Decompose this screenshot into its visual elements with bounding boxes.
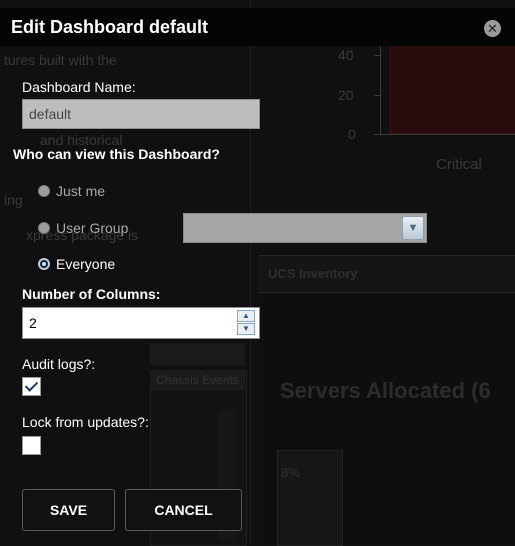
dialog-title: Edit Dashboard default bbox=[11, 17, 209, 37]
radio-everyone[interactable]: Everyone bbox=[38, 254, 115, 274]
dialog-titlebar: Edit Dashboard default ✕ bbox=[0, 8, 515, 46]
edit-dashboard-dialog: Edit Dashboard default ✕ Dashboard Name:… bbox=[0, 0, 515, 544]
columns-value: 2 bbox=[29, 315, 37, 331]
save-button[interactable]: SAVE bbox=[22, 489, 115, 531]
close-icon[interactable]: ✕ bbox=[484, 20, 501, 37]
audit-logs-label: Audit logs?: bbox=[22, 356, 96, 372]
radio-button[interactable] bbox=[38, 258, 50, 270]
lock-updates-label: Lock from updates?: bbox=[22, 414, 149, 430]
radio-button[interactable] bbox=[38, 222, 50, 234]
visibility-label: Who can view this Dashboard? bbox=[13, 146, 220, 162]
audit-logs-checkbox[interactable] bbox=[22, 377, 41, 396]
radio-just-me[interactable]: Just me bbox=[38, 181, 105, 201]
chevron-down-icon[interactable]: ▼ bbox=[402, 216, 424, 240]
columns-label: Number of Columns: bbox=[22, 286, 161, 302]
radio-label: Just me bbox=[56, 183, 106, 199]
user-group-select[interactable]: ▼ bbox=[183, 213, 427, 243]
chevron-down-icon[interactable]: ▼ bbox=[237, 323, 255, 335]
radio-user-group[interactable]: User Group bbox=[38, 218, 128, 238]
dashboard-name-input[interactable]: default bbox=[22, 99, 260, 129]
columns-stepper[interactable]: 2 ▲ ▼ bbox=[22, 307, 260, 339]
radio-label: Everyone bbox=[56, 256, 116, 272]
cancel-button[interactable]: CANCEL bbox=[125, 489, 242, 531]
chevron-up-icon[interactable]: ▲ bbox=[237, 310, 255, 322]
radio-button[interactable] bbox=[38, 185, 50, 197]
stepper-controls: ▲ ▼ bbox=[237, 310, 257, 336]
lock-updates-checkbox[interactable] bbox=[22, 436, 41, 455]
radio-label: User Group bbox=[56, 220, 129, 236]
dashboard-name-label: Dashboard Name: bbox=[22, 79, 136, 95]
